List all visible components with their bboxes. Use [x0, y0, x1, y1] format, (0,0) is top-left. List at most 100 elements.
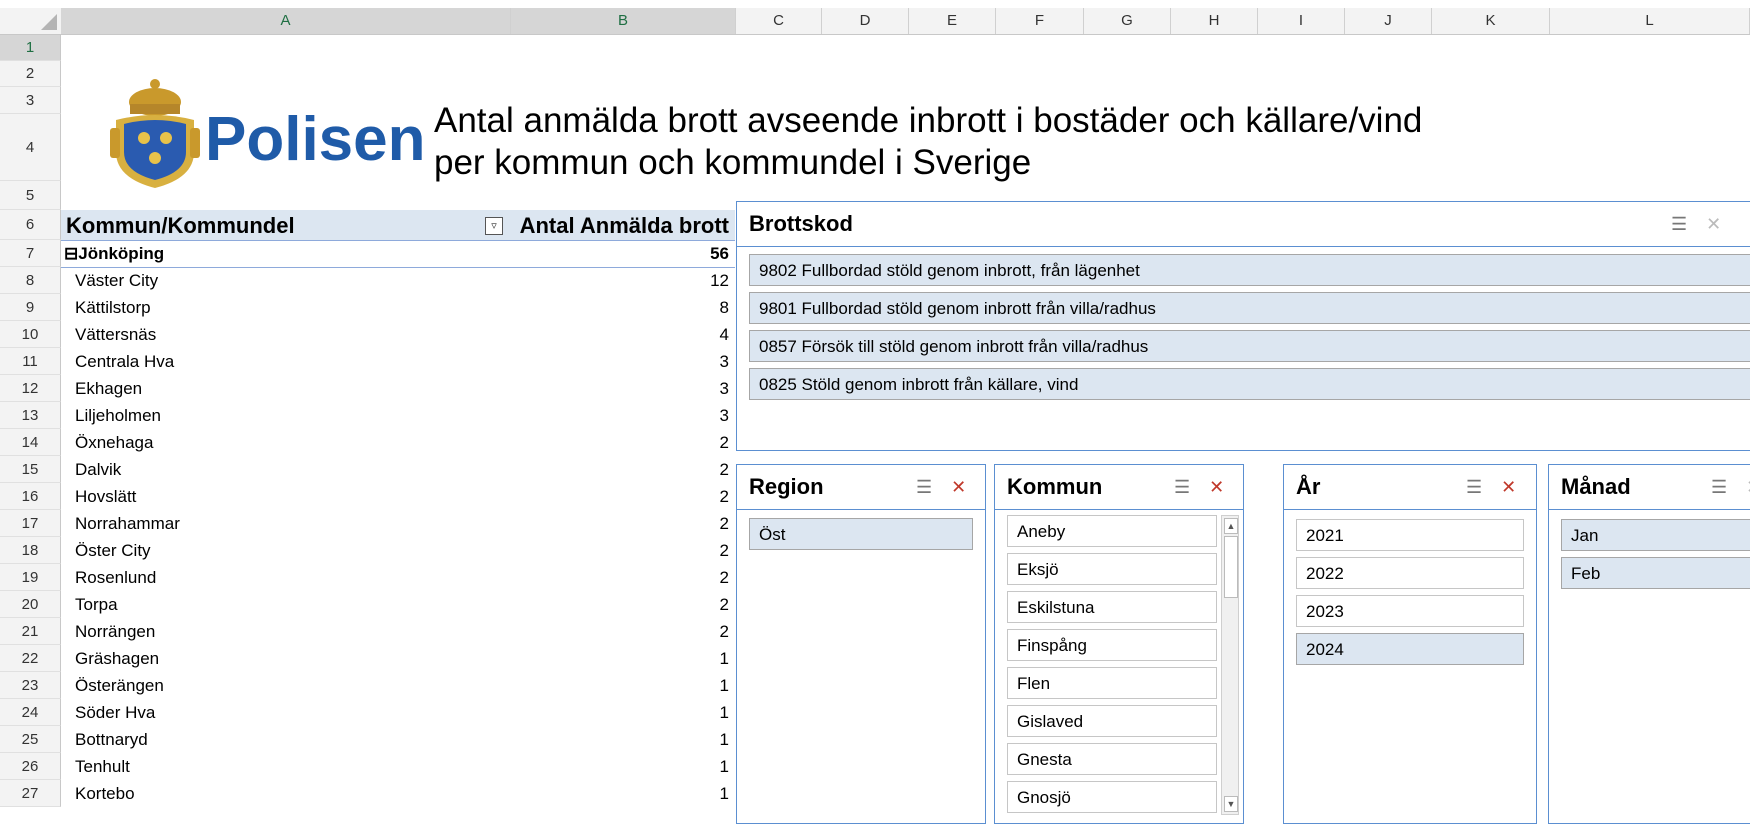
- pivot-row[interactable]: Söder Hva 1: [61, 699, 735, 726]
- pivot-row[interactable]: Vättersnäs 4: [61, 321, 735, 348]
- row-header[interactable]: 16: [0, 483, 61, 510]
- row-header[interactable]: 14: [0, 429, 61, 456]
- pivot-row[interactable]: Kättilstorp 8: [61, 294, 735, 321]
- slicer-title: År: [1296, 474, 1321, 499]
- pivot-row[interactable]: Öster City 2: [61, 537, 735, 564]
- slicer-item[interactable]: 0825 Stöld genom inbrott från källare, v…: [749, 368, 1750, 400]
- filter-dropdown-icon[interactable]: ▿: [485, 217, 503, 235]
- slicer-item[interactable]: 2022: [1296, 557, 1524, 589]
- pivot-row[interactable]: Liljeholmen 3: [61, 402, 735, 429]
- slicer-item[interactable]: Gislaved: [1007, 705, 1217, 737]
- slicer-item[interactable]: 2021: [1296, 519, 1524, 551]
- column-header-h[interactable]: H: [1171, 8, 1258, 34]
- column-header-k[interactable]: K: [1432, 8, 1550, 34]
- column-header-a[interactable]: A: [61, 8, 511, 34]
- clear-filter-icon[interactable]: ✕: [1706, 214, 1721, 235]
- pivot-row[interactable]: Dalvik 2: [61, 456, 735, 483]
- column-header-i[interactable]: I: [1258, 8, 1345, 34]
- slicer-item[interactable]: Flen: [1007, 667, 1217, 699]
- column-header-c[interactable]: C: [736, 8, 822, 34]
- pivot-row[interactable]: Rosenlund 2: [61, 564, 735, 591]
- scroll-down-icon[interactable]: ▼: [1224, 796, 1238, 812]
- pivot-row[interactable]: Norrahammar 2: [61, 510, 735, 537]
- row-header[interactable]: 12: [0, 375, 61, 402]
- row-header[interactable]: 22: [0, 645, 61, 672]
- pivot-row[interactable]: Torpa 2: [61, 591, 735, 618]
- pivot-row[interactable]: Bottnaryd 1: [61, 726, 735, 753]
- row-header[interactable]: 4: [0, 114, 61, 181]
- title-line-2: per kommun och kommundel i Sverige: [434, 143, 1032, 182]
- row-header[interactable]: 3: [0, 87, 61, 114]
- row-header[interactable]: 1: [0, 35, 61, 61]
- pivot-row[interactable]: Centrala Hva 3: [61, 348, 735, 375]
- row-header[interactable]: 10: [0, 321, 61, 348]
- row-header[interactable]: 9: [0, 294, 61, 321]
- select-all-corner[interactable]: [0, 8, 62, 34]
- slicer-item[interactable]: Öst: [749, 518, 973, 550]
- row-header[interactable]: 23: [0, 672, 61, 699]
- clear-filter-icon[interactable]: ✕: [1746, 477, 1750, 498]
- row-header[interactable]: 24: [0, 699, 61, 726]
- row-header[interactable]: 13: [0, 402, 61, 429]
- row-header[interactable]: 27: [0, 780, 61, 807]
- pivot-row[interactable]: Norrängen 2: [61, 618, 735, 645]
- row-header[interactable]: 7: [0, 240, 61, 267]
- row-header[interactable]: 20: [0, 591, 61, 618]
- multiselect-icon[interactable]: ☰: [916, 477, 932, 498]
- pivot-row[interactable]: Gräshagen 1: [61, 645, 735, 672]
- pivot-group-row[interactable]: ⊟Jönköping 56: [61, 240, 735, 268]
- pivot-row[interactable]: Öxnehaga 2: [61, 429, 735, 456]
- row-header[interactable]: 19: [0, 564, 61, 591]
- slicer-item[interactable]: Feb: [1561, 557, 1750, 589]
- row-header[interactable]: 15: [0, 456, 61, 483]
- row-header[interactable]: 26: [0, 753, 61, 780]
- scroll-up-icon[interactable]: ▲: [1224, 518, 1238, 534]
- row-header[interactable]: 25: [0, 726, 61, 753]
- pivot-row[interactable]: Österängen 1: [61, 672, 735, 699]
- row-header[interactable]: 8: [0, 267, 61, 294]
- slicer-scrollbar[interactable]: ▲ ▼: [1221, 515, 1239, 815]
- pivot-row[interactable]: Väster City 12: [61, 267, 735, 294]
- collapse-icon[interactable]: ⊟: [64, 244, 78, 263]
- multiselect-icon[interactable]: ☰: [1466, 477, 1482, 498]
- multiselect-icon[interactable]: ☰: [1711, 477, 1727, 498]
- multiselect-icon[interactable]: ☰: [1174, 477, 1190, 498]
- slicer-item[interactable]: Gnesta: [1007, 743, 1217, 775]
- column-header-b[interactable]: B: [511, 8, 736, 34]
- row-header[interactable]: 17: [0, 510, 61, 537]
- column-header-g[interactable]: G: [1084, 8, 1171, 34]
- pivot-row[interactable]: Ekhagen 3: [61, 375, 735, 402]
- row-header[interactable]: 18: [0, 537, 61, 564]
- clear-filter-icon[interactable]: ✕: [951, 477, 966, 498]
- row-header[interactable]: 2: [0, 61, 61, 87]
- slicer-item[interactable]: Aneby: [1007, 515, 1217, 547]
- row-header[interactable]: 5: [0, 181, 61, 210]
- slicer-item[interactable]: Eksjö: [1007, 553, 1217, 585]
- pivot-row[interactable]: Kortebo 1: [61, 780, 735, 807]
- column-header-l[interactable]: L: [1550, 8, 1750, 34]
- scroll-thumb[interactable]: [1224, 536, 1238, 598]
- slicer-item[interactable]: 9802 Fullbordad stöld genom inbrott, frå…: [749, 254, 1750, 286]
- row-header[interactable]: 21: [0, 618, 61, 645]
- column-header-e[interactable]: E: [909, 8, 996, 34]
- column-header-f[interactable]: F: [996, 8, 1084, 34]
- slicer-item[interactable]: Gnosjö: [1007, 781, 1217, 813]
- slicer-item[interactable]: 9801 Fullbordad stöld genom inbrott från…: [749, 292, 1750, 324]
- slicer-item[interactable]: 0857 Försök till stöld genom inbrott frå…: [749, 330, 1750, 362]
- slicer-item-selected[interactable]: 2024: [1296, 633, 1524, 665]
- slicer-item[interactable]: Eskilstuna: [1007, 591, 1217, 623]
- column-header-j[interactable]: J: [1345, 8, 1432, 34]
- row-header[interactable]: 11: [0, 348, 61, 375]
- clear-filter-icon[interactable]: ✕: [1209, 477, 1224, 498]
- slicer-item[interactable]: Jan: [1561, 519, 1750, 551]
- slicer-item[interactable]: Finspång: [1007, 629, 1217, 661]
- multiselect-icon[interactable]: ☰: [1671, 214, 1687, 235]
- pivot-row[interactable]: Hovslätt 2: [61, 483, 735, 510]
- column-header-d[interactable]: D: [822, 8, 909, 34]
- pivot-row-value: 3: [719, 352, 729, 371]
- slicer-item[interactable]: 2023: [1296, 595, 1524, 627]
- clear-filter-icon[interactable]: ✕: [1501, 477, 1516, 498]
- pivot-header: Kommun/Kommundel ▿ Antal Anmälda brott: [61, 210, 735, 241]
- pivot-row[interactable]: Tenhult 1: [61, 753, 735, 780]
- row-header[interactable]: 6: [0, 210, 61, 240]
